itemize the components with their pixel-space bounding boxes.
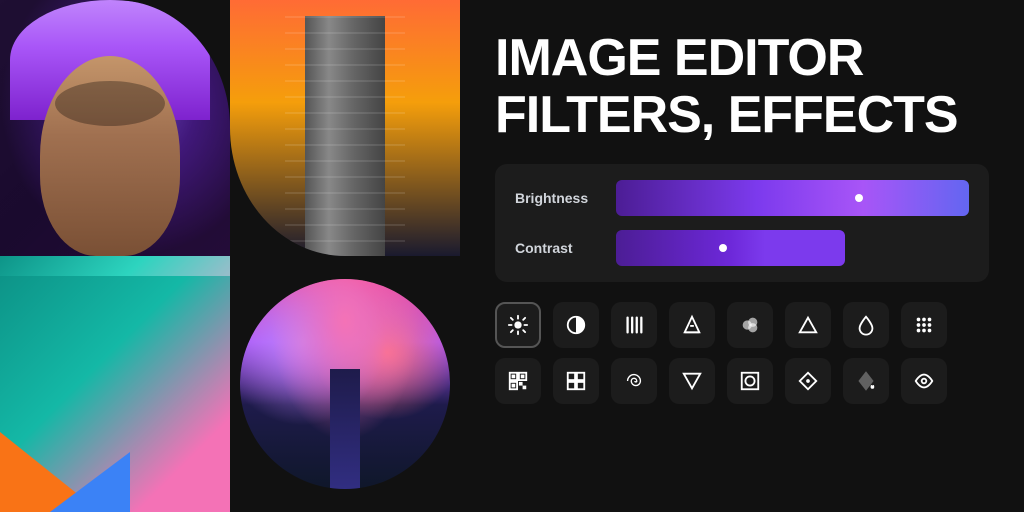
dots-tool-icon[interactable] [901,302,947,348]
contrast-row[interactable]: Contrast [515,230,969,266]
contrast-label: Contrast [515,240,600,256]
swirl-tool-icon[interactable] [611,358,657,404]
qr-tool-icon[interactable] [495,358,541,404]
contrast-slider[interactable] [616,230,845,266]
right-panel: IMAGE EDITOR FILTERS, EFFECTS Brightness… [460,0,1024,512]
icons-row-1 [495,302,989,348]
icons-row-2 [495,358,989,404]
down-triangle-tool-icon[interactable] [669,358,715,404]
grain-tool-icon[interactable] [611,302,657,348]
title-section: IMAGE EDITOR FILTERS, EFFECTS [495,30,989,144]
brightness-row[interactable]: Brightness [515,180,969,216]
image-collage [0,0,460,512]
contrast-tool-icon[interactable] [553,302,599,348]
sliders-panel: Brightness Contrast [495,164,989,282]
triangle-tool-icon[interactable] [785,302,831,348]
brightness-tool-icon[interactable] [495,302,541,348]
alley-image [230,256,460,512]
clothing-image [0,256,230,512]
eye-tool-icon[interactable] [901,358,947,404]
grid-tool-icon[interactable] [553,358,599,404]
icons-section [495,302,989,404]
drop-tool-icon[interactable] [843,302,889,348]
diamond-tool-icon[interactable] [785,358,831,404]
channels-tool-icon[interactable] [727,302,773,348]
title-line2: FILTERS, EFFECTS [495,87,989,144]
levels-tool-icon[interactable] [669,302,715,348]
main-title: IMAGE EDITOR FILTERS, EFFECTS [495,30,989,144]
building-image [230,0,460,256]
brightness-label: Brightness [515,190,600,206]
title-line1: IMAGE EDITOR [495,30,989,87]
fill-tool-icon[interactable] [843,358,889,404]
portrait-image [0,0,230,256]
vignette-tool-icon[interactable] [727,358,773,404]
brightness-slider[interactable] [616,180,969,216]
